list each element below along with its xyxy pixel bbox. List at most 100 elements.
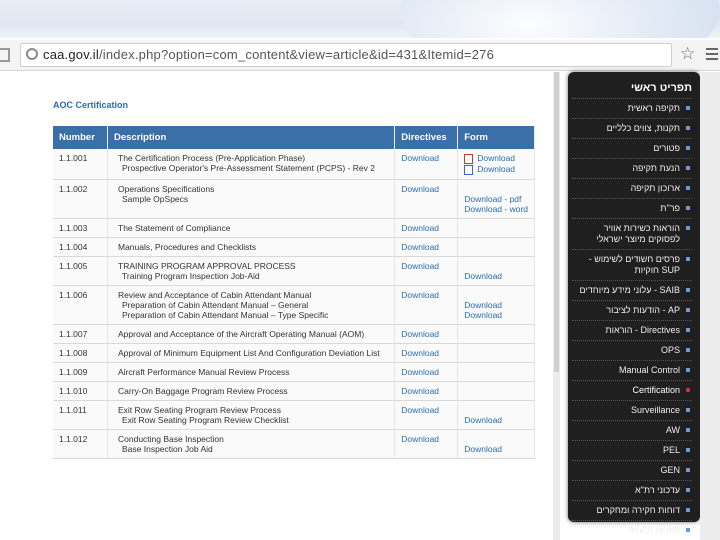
- directive-download-link[interactable]: Download: [401, 348, 451, 358]
- form-download-link[interactable]: Download: [464, 271, 528, 281]
- row-directive: Download: [394, 285, 459, 325]
- form-download-label[interactable]: Download - word: [464, 204, 528, 214]
- table-row: 1.1.008 Approval of Minimum Equipment Lis…: [53, 343, 535, 363]
- menu-item[interactable]: ארוכון תקיפה: [572, 178, 692, 198]
- menu-item[interactable]: עדכוני רת"א: [572, 480, 692, 500]
- sub-description: Exit Row Seating Program Review Checklis…: [122, 414, 289, 425]
- bullet-icon: [686, 408, 690, 412]
- sub-description: Prospective Operator's Pre-Assessment St…: [122, 163, 375, 173]
- certification-table: Number Description Directives Form 1.1.001 T…: [53, 126, 535, 459]
- menu-item[interactable]: Surveillance: [572, 400, 692, 420]
- row-description: The Certification Process (Pre-Applicati…: [107, 149, 396, 180]
- menu-item[interactable]: OPS: [572, 340, 692, 360]
- row-number: 1.1.008: [53, 343, 108, 363]
- table-row: 1.1.009 Aircraft Performance Manual Revie…: [53, 362, 535, 382]
- form-download-label[interactable]: Download: [464, 415, 502, 425]
- directive-download-link[interactable]: Download: [401, 184, 451, 194]
- bullet-icon: [686, 206, 690, 210]
- row-description: Approval of Minimum Equipment List And C…: [107, 343, 396, 363]
- menu-item[interactable]: SAIB - עלוני מידע מיוחדים: [572, 280, 692, 300]
- form-download-link[interactable]: Download - word: [464, 204, 528, 214]
- form-download-label[interactable]: Download: [464, 271, 502, 281]
- menu-item[interactable]: PEL: [572, 440, 692, 460]
- menu-item-label: GEN: [660, 465, 680, 475]
- row-directive: Download: [394, 237, 459, 257]
- menu-item[interactable]: Manual Control: [572, 360, 692, 380]
- menu-item[interactable]: חוזרות הנעוזה: [572, 520, 692, 540]
- menu-item-label: חוזרות הנעוזה: [627, 525, 680, 535]
- directive-download-link[interactable]: Download: [401, 223, 451, 233]
- row-number: 1.1.001: [53, 149, 108, 180]
- menu-item[interactable]: הוראות כשירות אוויר לפסוקים מיוצר ישראלי: [572, 218, 692, 249]
- form-download-link[interactable]: Download: [464, 300, 528, 310]
- menu-item[interactable]: פר"ת: [572, 198, 692, 218]
- form-download-label[interactable]: Download: [464, 300, 502, 310]
- form-download-link[interactable]: Download: [464, 310, 528, 320]
- form-download-link[interactable]: Download: [464, 444, 528, 454]
- page-info-icon[interactable]: [26, 48, 38, 60]
- bullet-icon: [686, 488, 690, 492]
- form-download-link[interactable]: Download: [464, 415, 528, 425]
- description-text: Carry-On Baggage Program Review Process: [118, 385, 288, 396]
- back-stub-icon[interactable]: [0, 48, 10, 62]
- bullet-icon: [686, 428, 690, 432]
- row-form: [457, 218, 535, 238]
- row-description: Aircraft Performance Manual Review Proce…: [107, 362, 396, 382]
- description-text: Operations Specifications: [118, 183, 215, 194]
- bullet-icon: [686, 528, 690, 532]
- menu-item[interactable]: תקנות, צווים כלליים: [572, 118, 692, 138]
- form-download-link[interactable]: Download: [464, 164, 528, 175]
- directive-download-link[interactable]: Download: [401, 290, 451, 300]
- menu-item[interactable]: פטורים: [572, 138, 692, 158]
- form-download-link[interactable]: Download - pdf: [464, 194, 528, 204]
- address-bar: caa.gov.il/index.php?option=com_content&…: [0, 40, 720, 71]
- menu-item[interactable]: הנעת תקיפה: [572, 158, 692, 178]
- menu-item[interactable]: תקיפה ראשית: [572, 98, 692, 118]
- url-text[interactable]: caa.gov.il/index.php?option=com_content&…: [43, 47, 494, 62]
- form-download-label[interactable]: Download: [477, 153, 515, 163]
- content-scrollbar[interactable]: [553, 72, 560, 540]
- row-number: 1.1.002: [53, 179, 108, 219]
- bullet-icon: [686, 508, 690, 512]
- menu-item[interactable]: דוחות חקירה ומחקרים: [572, 500, 692, 520]
- menu-item[interactable]: AW: [572, 420, 692, 440]
- row-description: Review and Acceptance of Cabin Attendant…: [107, 285, 396, 325]
- description-text: Conducting Base Inspection: [118, 433, 224, 444]
- directive-download-link[interactable]: Download: [401, 329, 451, 339]
- menu-item-label: AP - הודעות לציבור: [606, 305, 680, 315]
- directive-download-link[interactable]: Download: [401, 405, 451, 415]
- table-row: 1.1.007 Approval and Acceptance of the Ai…: [53, 324, 535, 344]
- menu-item-label: פרסים חשודים לשימוש - SUP חוקיות: [588, 254, 680, 275]
- directive-download-link[interactable]: Download: [401, 434, 451, 444]
- form-download-label[interactable]: Download: [464, 310, 502, 320]
- menu-item[interactable]: Directives - הוראות: [572, 320, 692, 340]
- directive-download-link[interactable]: Download: [401, 261, 451, 271]
- menu-item[interactable]: Certification: [572, 380, 692, 400]
- directive-download-link[interactable]: Download: [401, 367, 451, 377]
- menu-item[interactable]: GEN: [572, 460, 692, 480]
- bookmark-star-icon[interactable]: ☆: [680, 44, 695, 64]
- form-download-label[interactable]: Download - pdf: [464, 194, 521, 204]
- directive-download-link[interactable]: Download: [401, 386, 451, 396]
- word-icon[interactable]: [464, 164, 474, 175]
- sub-description: Preparation of Cabin Attendant Manual – …: [122, 309, 329, 320]
- menu-item-label: Certification: [632, 385, 680, 395]
- url-box[interactable]: caa.gov.il/index.php?option=com_content&…: [20, 43, 672, 67]
- menu-item[interactable]: AP - הודעות לציבור: [572, 300, 692, 320]
- table-row: 1.1.004 Manuals, Procedures and Checklist…: [53, 237, 535, 257]
- directive-download-link[interactable]: Download: [401, 153, 451, 163]
- table-row: 1.1.011 Exit Row Seating Program Review P…: [53, 400, 535, 430]
- bullet-icon: [686, 348, 690, 352]
- bullet-icon: [686, 226, 690, 230]
- form-download-link[interactable]: Download: [464, 153, 528, 164]
- menu-item[interactable]: פרסים חשודים לשימוש - SUP חוקיות: [572, 249, 692, 280]
- form-download-label[interactable]: Download: [464, 444, 502, 454]
- scrollbar-thumb[interactable]: [554, 72, 559, 372]
- form-download-label[interactable]: Download: [477, 164, 515, 174]
- pdf-icon[interactable]: [464, 153, 474, 164]
- directive-download-link[interactable]: Download: [401, 242, 451, 252]
- menu-item-label: הוראות כשירות אוויר לפסוקים מיוצר ישראלי: [596, 223, 680, 244]
- menu-icon[interactable]: [706, 48, 718, 63]
- column-header: Form: [457, 126, 535, 149]
